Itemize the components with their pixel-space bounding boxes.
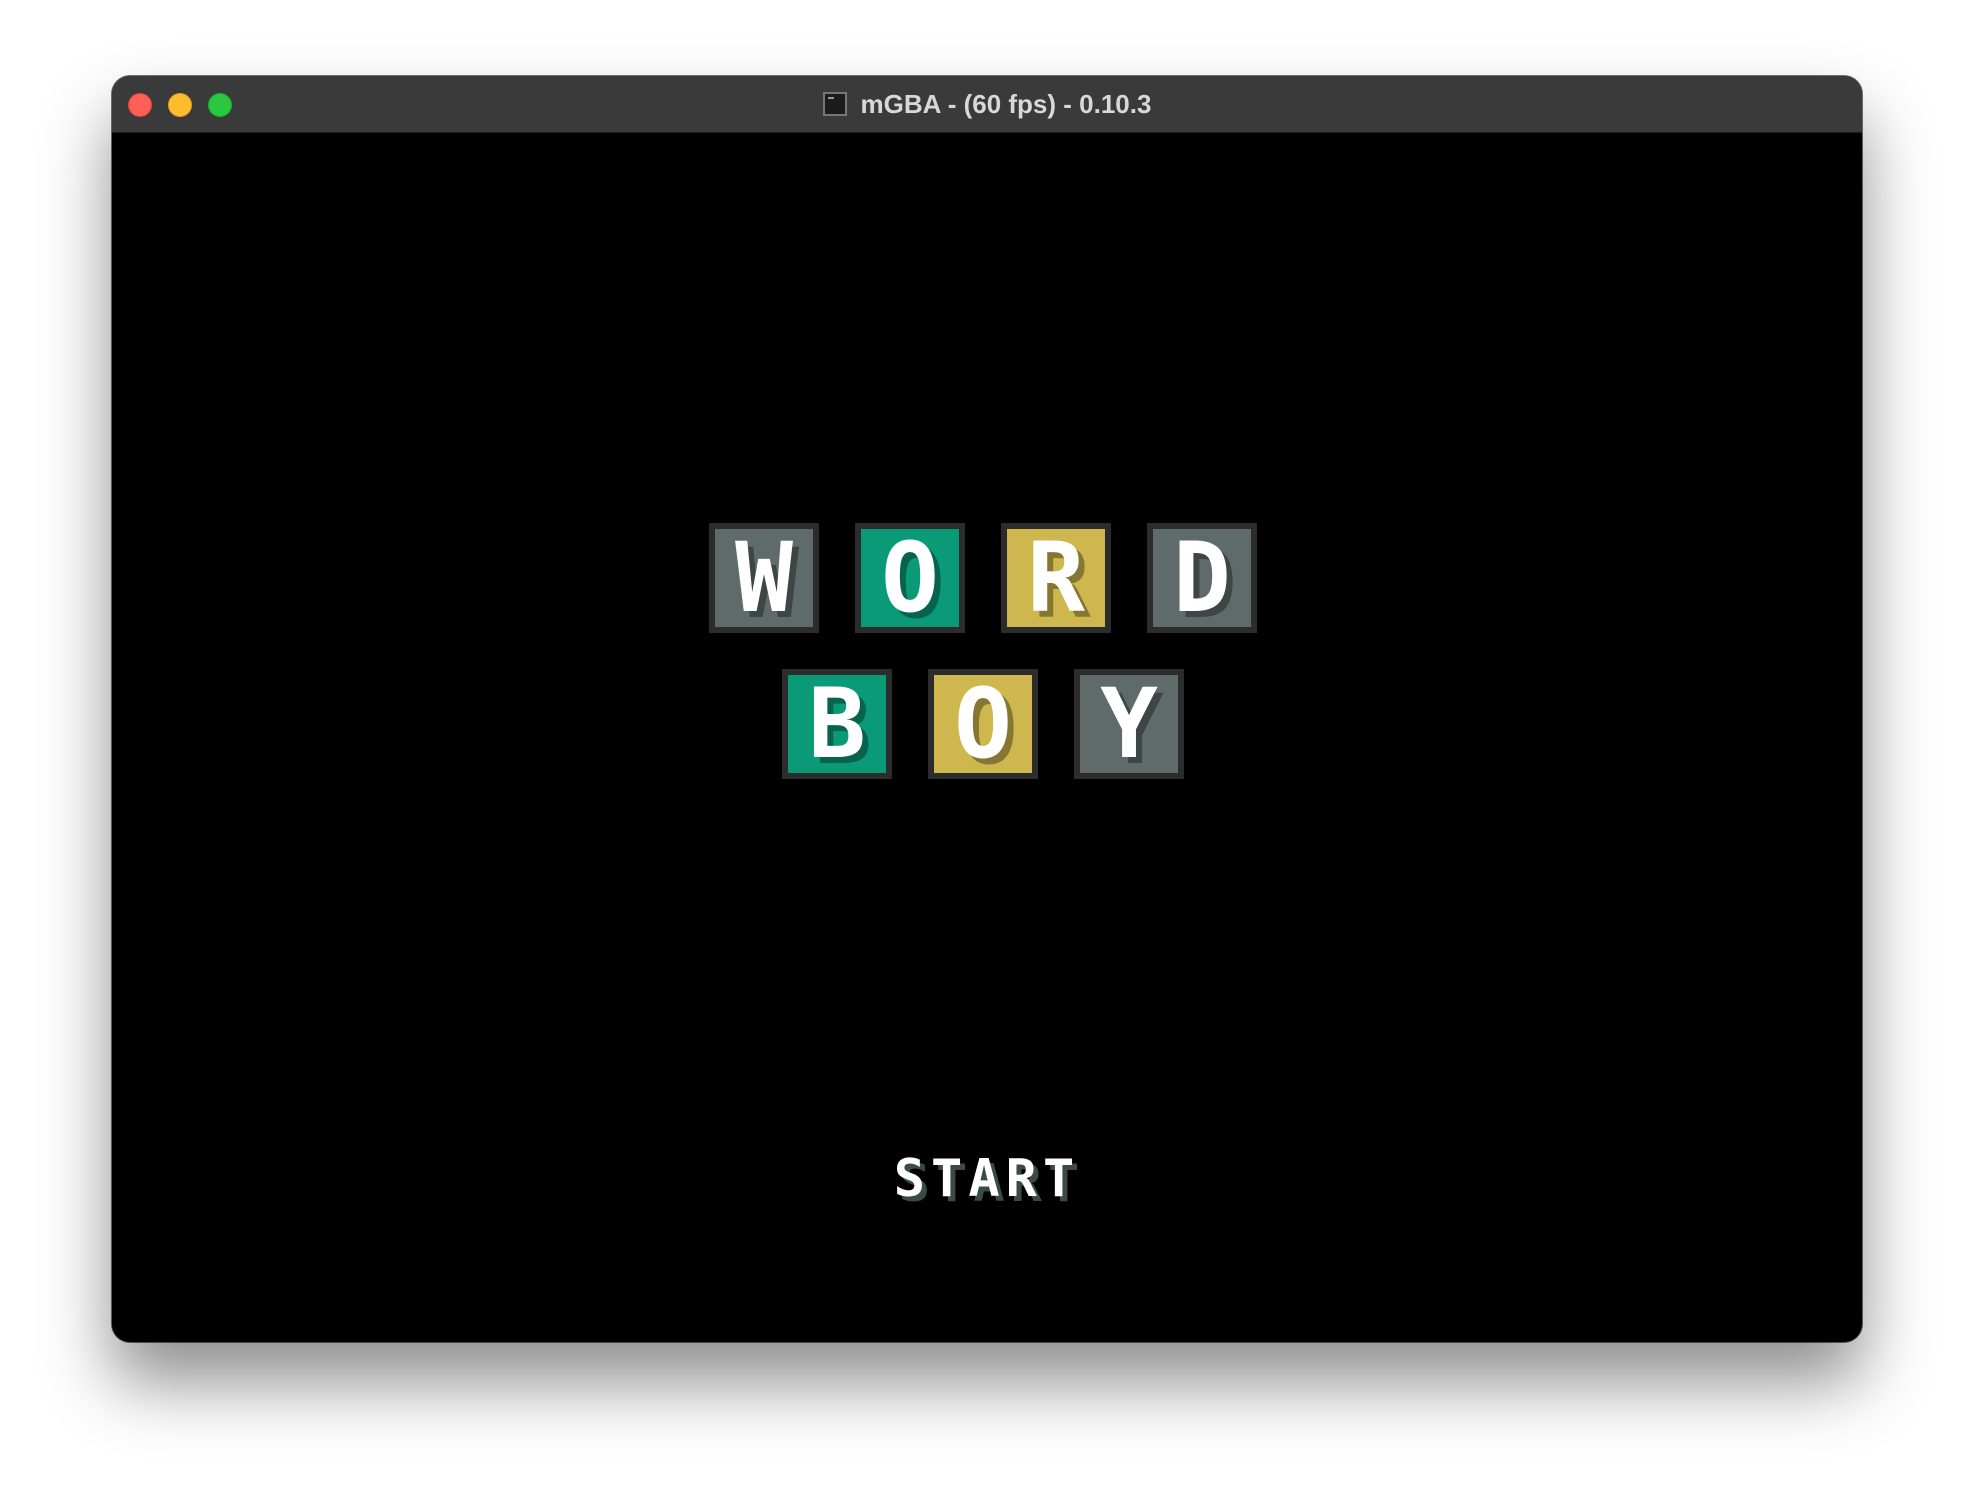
tile-letter: W <box>735 522 793 634</box>
logo-tile-o2: O <box>928 669 1038 779</box>
window-title-area: mGBA - (60 fps) - 0.10.3 <box>112 76 1862 132</box>
logo-tile-d: D <box>1147 523 1257 633</box>
window-title: mGBA - (60 fps) - 0.10.3 <box>860 88 1152 119</box>
logo-tile-r: R <box>1001 523 1111 633</box>
logo-tile-w: W <box>709 523 819 633</box>
tile-letter: O <box>881 522 939 634</box>
start-menu-option[interactable]: START <box>112 1149 1862 1209</box>
title-bar[interactable]: mGBA - (60 fps) - 0.10.3 <box>112 76 1862 133</box>
tile-letter: Y <box>1100 668 1158 780</box>
tile-letter: B <box>808 668 866 780</box>
game-screen[interactable]: W O R D B O Y START <box>112 133 1862 1342</box>
tile-letter: O <box>954 668 1012 780</box>
emulator-window: mGBA - (60 fps) - 0.10.3 W O R D B O Y S… <box>112 76 1862 1342</box>
logo-tile-o: O <box>855 523 965 633</box>
logo-tile-y: Y <box>1074 669 1184 779</box>
terminal-icon <box>822 92 847 116</box>
logo-tile-b: B <box>782 669 892 779</box>
tile-letter: R <box>1027 522 1085 634</box>
tile-letter: D <box>1173 522 1231 634</box>
